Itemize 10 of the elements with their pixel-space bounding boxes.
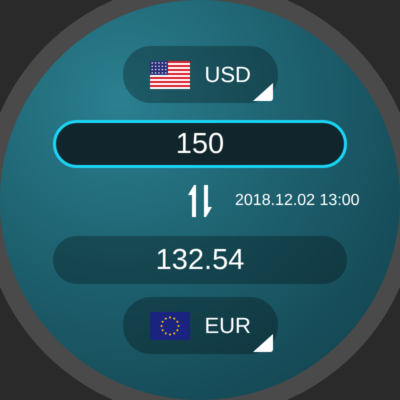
flag-icon xyxy=(150,60,190,88)
timestamp: 2018.12.02 13:00 xyxy=(235,192,361,210)
flag-icon xyxy=(150,312,190,340)
dropdown-corner-icon xyxy=(252,83,272,101)
dropdown-corner-icon xyxy=(252,334,272,352)
amount-field[interactable]: 150 xyxy=(53,120,347,168)
currency-selector[interactable]: EUR xyxy=(122,297,278,354)
swap-icon[interactable] xyxy=(187,183,213,219)
currency-selector[interactable]: USD xyxy=(122,46,278,103)
result-value: 132.54 xyxy=(53,236,347,284)
